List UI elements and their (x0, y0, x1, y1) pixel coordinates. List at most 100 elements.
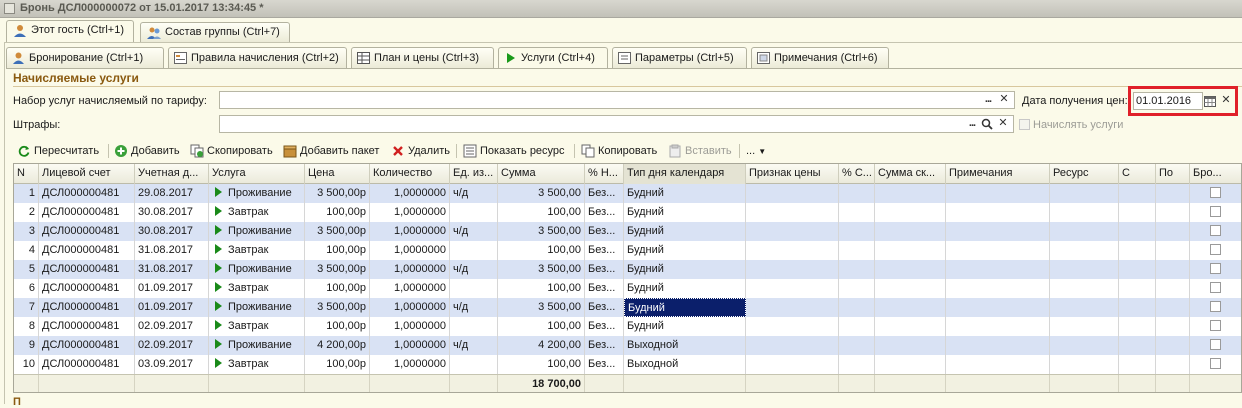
cell-empty[interactable] (1156, 222, 1190, 241)
tariff-select-button[interactable]: ... (980, 92, 996, 108)
cell-account[interactable]: ДСЛ000000481 (39, 317, 135, 336)
cell-account[interactable]: ДСЛ000000481 (39, 222, 135, 241)
cell-vat[interactable]: Без... (585, 260, 624, 279)
tab-charge-rules[interactable]: Правила начисления (Ctrl+2) (168, 47, 347, 68)
cell-date[interactable]: 02.09.2017 (135, 336, 209, 355)
cell-empty[interactable] (875, 260, 946, 279)
cell-n[interactable]: 3 (14, 222, 39, 241)
cell-empty[interactable] (1119, 279, 1156, 298)
cell-unit[interactable]: ч/д (450, 184, 498, 203)
cell-empty[interactable] (1050, 336, 1119, 355)
column-header[interactable]: Цена (305, 164, 370, 184)
column-header[interactable]: % Н... (585, 164, 624, 184)
cell-account[interactable]: ДСЛ000000481 (39, 241, 135, 260)
cell-date[interactable]: 31.08.2017 (135, 241, 209, 260)
column-header[interactable]: Тип дня календаря (624, 164, 746, 184)
cell-empty[interactable] (1050, 260, 1119, 279)
table-row[interactable]: 9 ДСЛ000000481 02.09.2017 Проживание 4 200,0… (14, 336, 1241, 355)
cell-date[interactable]: 01.09.2017 (135, 298, 209, 317)
cell-vat[interactable]: Без... (585, 279, 624, 298)
cell-n[interactable]: 6 (14, 279, 39, 298)
cell-n[interactable]: 10 (14, 355, 39, 374)
cell-empty[interactable] (875, 222, 946, 241)
cell-empty[interactable] (746, 241, 839, 260)
cell-empty[interactable] (1050, 317, 1119, 336)
column-header[interactable]: Ед. из... (450, 164, 498, 184)
cell-daytype[interactable]: Будний (624, 241, 746, 260)
cell-empty[interactable] (946, 184, 1050, 203)
copy-button[interactable]: Скопировать (190, 142, 273, 160)
cell-empty[interactable] (1156, 203, 1190, 222)
cell-booking-checkbox[interactable] (1190, 260, 1241, 279)
cell-price[interactable]: 100,00р (305, 317, 370, 336)
column-header[interactable]: Сумма ск... (875, 164, 946, 184)
cell-account[interactable]: ДСЛ000000481 (39, 298, 135, 317)
cell-empty[interactable] (875, 317, 946, 336)
cell-empty[interactable] (746, 336, 839, 355)
cell-account[interactable]: ДСЛ000000481 (39, 336, 135, 355)
cell-empty[interactable] (1119, 355, 1156, 374)
row-checkbox[interactable] (1210, 206, 1221, 217)
tab-parameters[interactable]: Параметры (Ctrl+5) (612, 47, 747, 68)
cell-sum[interactable]: 100,00 (498, 355, 585, 374)
cell-unit[interactable]: ч/д (450, 222, 498, 241)
table-row[interactable]: 5 ДСЛ000000481 31.08.2017 Проживание 3 500,0… (14, 260, 1241, 279)
cell-service[interactable]: Проживание (209, 298, 305, 317)
cell-empty[interactable] (875, 279, 946, 298)
more-actions-button[interactable]: ... ▼ (746, 142, 766, 160)
cell-n[interactable]: 7 (14, 298, 39, 317)
cell-sum[interactable]: 3 500,00 (498, 260, 585, 279)
row-checkbox[interactable] (1210, 358, 1221, 369)
column-header[interactable]: % С... (839, 164, 875, 184)
cell-empty[interactable] (1119, 260, 1156, 279)
tab-booking[interactable]: Бронирование (Ctrl+1) (6, 47, 164, 68)
table-row[interactable]: 10 ДСЛ000000481 03.09.2017 Завтрак 100,00р 1,… (14, 355, 1241, 374)
cell-unit[interactable]: ч/д (450, 260, 498, 279)
cell-sum[interactable]: 3 500,00 (498, 298, 585, 317)
table-row[interactable]: 7 ДСЛ000000481 01.09.2017 Проживание 3 500,0… (14, 298, 1241, 317)
cell-empty[interactable] (1050, 298, 1119, 317)
cell-booking-checkbox[interactable] (1190, 355, 1241, 374)
cell-empty[interactable] (946, 222, 1050, 241)
row-checkbox[interactable] (1210, 339, 1221, 350)
cell-empty[interactable] (1156, 317, 1190, 336)
cell-price[interactable]: 3 500,00р (305, 298, 370, 317)
cell-account[interactable]: ДСЛ000000481 (39, 260, 135, 279)
cell-empty[interactable] (1050, 184, 1119, 203)
tariff-clear-button[interactable]: ✕ (996, 92, 1012, 108)
fines-select-button[interactable]: ... (964, 116, 980, 132)
table-row[interactable]: 2 ДСЛ000000481 30.08.2017 Завтрак 100,00р 1,0… (14, 203, 1241, 222)
table-row[interactable]: 3 ДСЛ000000481 30.08.2017 Проживание 3 500,0… (14, 222, 1241, 241)
cell-daytype[interactable]: Будний (624, 279, 746, 298)
cell-service[interactable]: Проживание (209, 260, 305, 279)
cell-price[interactable]: 3 500,00р (305, 184, 370, 203)
cell-price[interactable]: 100,00р (305, 355, 370, 374)
cell-qty[interactable]: 1,0000000 (370, 222, 450, 241)
cell-empty[interactable] (746, 184, 839, 203)
cell-daytype[interactable]: Будний (624, 298, 746, 317)
cell-service[interactable]: Завтрак (209, 203, 305, 222)
services-grid[interactable]: N Лицевой счет Учетная д... Услуга Цена Колич… (13, 163, 1242, 393)
cell-price[interactable]: 4 200,00р (305, 336, 370, 355)
cell-empty[interactable] (1156, 260, 1190, 279)
column-header[interactable]: Лицевой счет (39, 164, 135, 184)
column-header[interactable]: Примечания (946, 164, 1050, 184)
cell-empty[interactable] (875, 203, 946, 222)
cell-qty[interactable]: 1,0000000 (370, 336, 450, 355)
cell-qty[interactable]: 1,0000000 (370, 203, 450, 222)
cell-empty[interactable] (746, 317, 839, 336)
tab-group-members[interactable]: Состав группы (Ctrl+7) (140, 22, 290, 42)
cell-n[interactable]: 5 (14, 260, 39, 279)
cell-empty[interactable] (1156, 355, 1190, 374)
row-checkbox[interactable] (1210, 301, 1221, 312)
cell-empty[interactable] (839, 222, 875, 241)
column-header[interactable]: Бро... (1190, 164, 1241, 184)
column-header[interactable]: Сумма (498, 164, 585, 184)
cell-empty[interactable] (1156, 279, 1190, 298)
cell-sum[interactable]: 100,00 (498, 203, 585, 222)
cell-daytype[interactable]: Будний (624, 222, 746, 241)
cell-empty[interactable] (946, 279, 1050, 298)
cell-n[interactable]: 1 (14, 184, 39, 203)
cell-unit[interactable] (450, 355, 498, 374)
cell-n[interactable]: 8 (14, 317, 39, 336)
